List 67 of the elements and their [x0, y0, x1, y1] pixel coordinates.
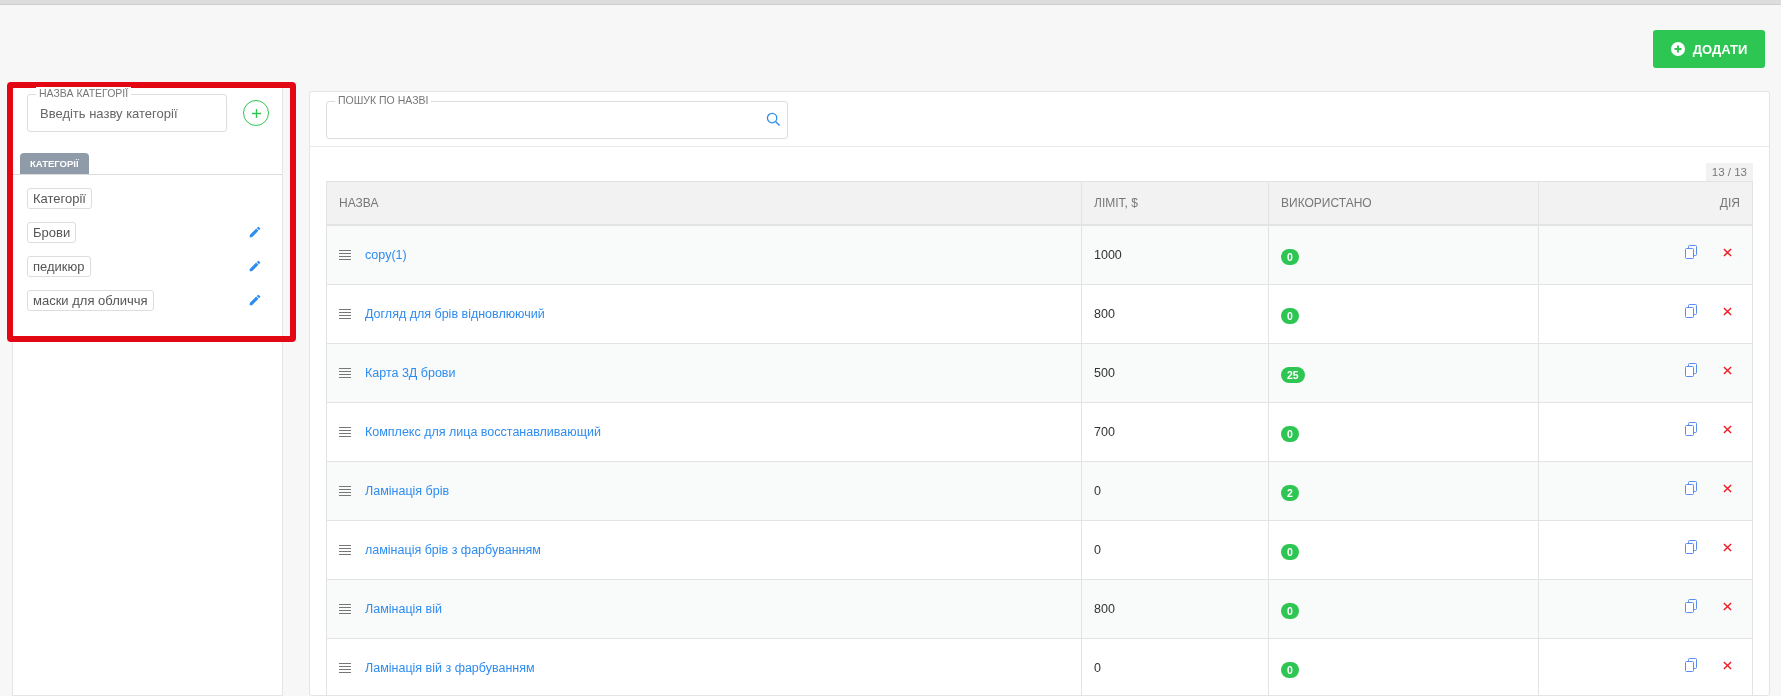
- usage-count: 2: [1281, 485, 1299, 501]
- table-cell: 800: [1081, 579, 1269, 639]
- edit-pencil-icon[interactable]: [248, 259, 262, 273]
- copy-icon[interactable]: [1685, 540, 1697, 554]
- field-label: ПОШУК ПО НАЗВІ: [335, 94, 432, 106]
- drag-handle-icon[interactable]: [339, 663, 351, 673]
- delete-icon[interactable]: [1723, 306, 1732, 316]
- copy-icon[interactable]: [1685, 658, 1697, 672]
- drag-handle-icon[interactable]: [339, 250, 351, 260]
- drag-handle-icon[interactable]: [339, 604, 351, 614]
- usage-count: 0: [1281, 662, 1299, 678]
- delete-icon[interactable]: [1723, 660, 1732, 670]
- column-header: ЛІМІТ, $: [1081, 181, 1269, 225]
- search-icon: [766, 112, 781, 127]
- field-label: НАЗВА КАТЕГОРІЇ: [36, 87, 132, 99]
- drag-handle-icon[interactable]: [339, 368, 351, 378]
- item-link[interactable]: copy(1): [365, 248, 407, 262]
- drag-handle-icon[interactable]: [339, 545, 351, 555]
- item-link[interactable]: Догляд для брів відновлюючий: [365, 307, 545, 321]
- drag-handle-icon[interactable]: [339, 309, 351, 319]
- copy-icon[interactable]: [1685, 422, 1697, 436]
- category-chip[interactable]: Категорії: [27, 187, 92, 209]
- copy-icon[interactable]: [1685, 599, 1697, 613]
- delete-icon[interactable]: [1723, 542, 1732, 552]
- category-chip[interactable]: Брови: [27, 221, 77, 243]
- item-link[interactable]: Комплекс для лица восстанавливающий: [365, 425, 601, 439]
- delete-icon[interactable]: [1723, 483, 1732, 493]
- table-cell: 800: [1081, 284, 1269, 344]
- table-cell: 1000: [1081, 225, 1269, 285]
- categories-tab[interactable]: КАТЕГОРІЇ: [20, 153, 89, 174]
- add-button[interactable]: ДОДАТИ: [1653, 30, 1765, 68]
- column-header: НАЗВА: [326, 181, 1082, 225]
- copy-icon[interactable]: [1685, 304, 1697, 318]
- delete-icon[interactable]: [1723, 365, 1732, 375]
- copy-icon[interactable]: [1685, 245, 1697, 259]
- usage-count: 25: [1281, 367, 1305, 383]
- row-counter: 13 / 13: [1705, 163, 1753, 181]
- delete-icon[interactable]: [1723, 424, 1732, 434]
- drag-handle-icon[interactable]: [339, 427, 351, 437]
- add-category-button[interactable]: [243, 100, 269, 126]
- drag-handle-icon[interactable]: [339, 486, 351, 496]
- edit-pencil-icon[interactable]: [248, 225, 262, 239]
- item-link[interactable]: ламінація брів з фарбуванням: [365, 543, 541, 557]
- table-cell: 0: [1081, 461, 1269, 521]
- copy-icon[interactable]: [1685, 481, 1697, 495]
- delete-icon[interactable]: [1723, 601, 1732, 611]
- plus-icon: [250, 107, 262, 119]
- item-link[interactable]: Карта 3Д брови: [365, 366, 456, 380]
- usage-count: 0: [1281, 426, 1299, 442]
- copy-icon[interactable]: [1685, 363, 1697, 377]
- usage-count: 0: [1281, 603, 1299, 619]
- table-cell: 0: [1081, 520, 1269, 580]
- item-link[interactable]: Ламінація брів: [365, 484, 450, 498]
- table-cell: 500: [1081, 343, 1269, 403]
- column-header: ДІЯ: [1538, 181, 1753, 225]
- plus-icon: [1670, 42, 1685, 56]
- usage-count: 0: [1281, 249, 1299, 265]
- delete-icon[interactable]: [1723, 247, 1732, 257]
- item-link[interactable]: Ламінація вій з фарбуванням: [365, 661, 535, 675]
- edit-pencil-icon[interactable]: [248, 293, 262, 307]
- column-header: ВИКОРИСТАНО: [1268, 181, 1539, 225]
- category-chip[interactable]: маски для обличчя: [27, 289, 154, 311]
- usage-count: 0: [1281, 308, 1299, 324]
- category-chip[interactable]: педикюр: [27, 255, 91, 277]
- usage-count: 0: [1281, 544, 1299, 560]
- table-cell: 700: [1081, 402, 1269, 462]
- item-link[interactable]: Ламінація вій: [365, 602, 442, 616]
